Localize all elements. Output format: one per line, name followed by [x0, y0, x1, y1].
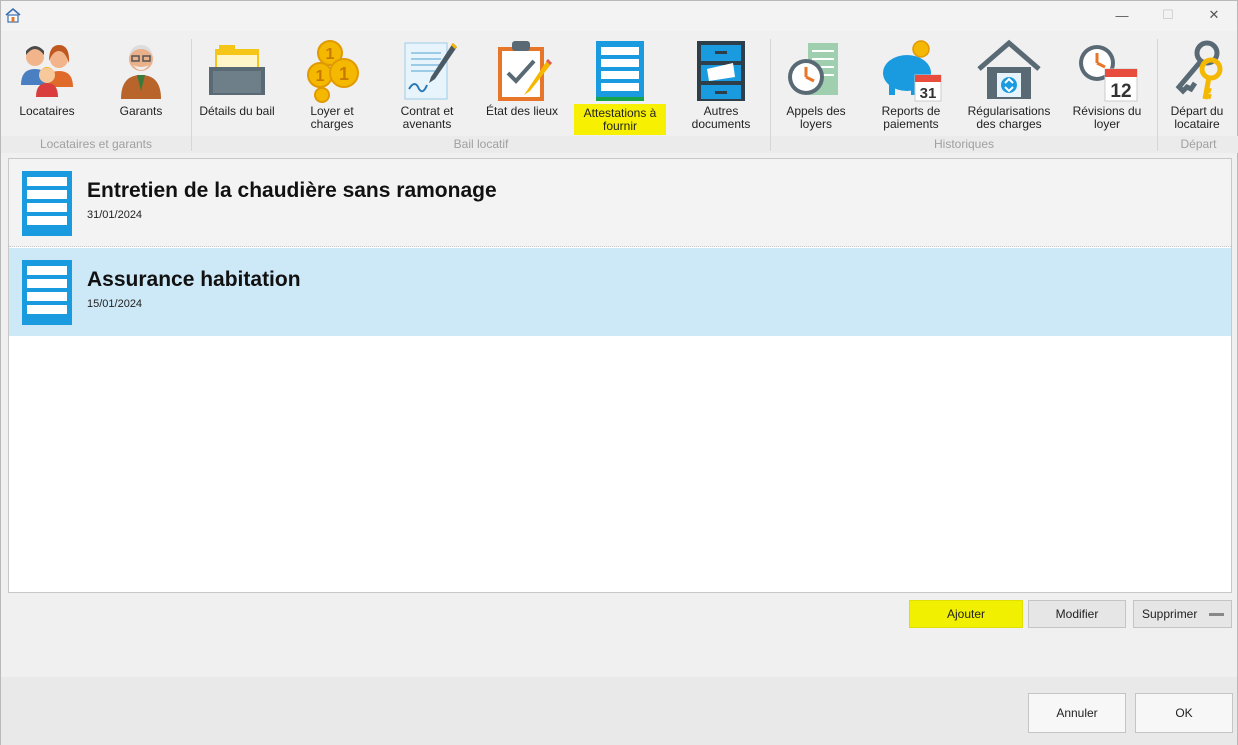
- ribbon-button-revisions-loyer[interactable]: 12 Révisions du loyer: [1065, 31, 1149, 135]
- guarantor-icon: [109, 37, 173, 105]
- ribbon-button-regularisations[interactable]: Régularisations des charges: [961, 31, 1057, 135]
- ribbon-button-loyer-charges[interactable]: 1 1 1 Loyer et charges: [294, 31, 370, 135]
- ribbon-label: Contrat et avenants: [400, 104, 454, 131]
- ribbon-button-depart[interactable]: Départ du locataire: [1159, 31, 1235, 135]
- ribbon-label: Reports de paiements: [881, 104, 941, 131]
- ribbon-label: Locataires: [19, 104, 75, 118]
- group-label-historiques: Historiques: [771, 136, 1157, 153]
- folder-icon: [205, 37, 269, 105]
- ribbon-button-attestations[interactable]: Attestations à fournir: [567, 31, 673, 135]
- ribbon-button-locataires[interactable]: Locataires: [9, 31, 85, 135]
- cancel-button[interactable]: Annuler: [1028, 693, 1126, 733]
- ok-button[interactable]: OK: [1135, 693, 1233, 733]
- dialog-window: — ☐ ✕ Locataires Garants Locataires et g…: [0, 0, 1238, 745]
- ribbon-label: Loyer et charges: [310, 104, 354, 131]
- ribbon-button-reports-paiements[interactable]: 31 Reports de paiements: [869, 31, 953, 135]
- item-date: 31/01/2024: [87, 209, 143, 221]
- title-bar: — ☐ ✕: [1, 1, 1237, 31]
- group-separator: [191, 39, 192, 151]
- group-label-depart: Départ: [1158, 136, 1238, 153]
- home-app-icon: [5, 7, 21, 23]
- rent-calls-icon: [784, 37, 848, 105]
- piggy-calendar-icon: 31: [879, 37, 943, 105]
- list-item-selected[interactable]: Assurance habitation 15/01/2024: [9, 248, 1231, 336]
- calendar-12-icon: 12: [1075, 37, 1139, 105]
- svg-text:31: 31: [920, 85, 937, 102]
- clipboard-icon: [490, 37, 554, 105]
- ribbon-label: Départ du locataire: [1170, 104, 1224, 131]
- svg-text:12: 12: [1110, 81, 1131, 102]
- ribbon-label: Régularisations des charges: [967, 104, 1051, 131]
- close-button[interactable]: ✕: [1191, 1, 1237, 29]
- maximize-button[interactable]: ☐: [1145, 1, 1191, 29]
- attestation-icon: [22, 171, 72, 236]
- ribbon-label: Attestations à fournir: [573, 104, 667, 135]
- ribbon-label: Révisions du loyer: [1072, 104, 1142, 131]
- attestation-icon: [22, 260, 72, 325]
- item-title: Entretien de la chaudière sans ramonage: [87, 179, 497, 202]
- group-label-bail: Bail locatif: [192, 136, 770, 153]
- minimize-button[interactable]: —: [1099, 1, 1145, 29]
- contract-icon: [395, 37, 459, 105]
- ribbon-label: État des lieux: [485, 104, 559, 118]
- ribbon-button-details-bail[interactable]: Détails du bail: [194, 31, 280, 135]
- item-title: Assurance habitation: [87, 268, 301, 291]
- group-separator: [770, 39, 771, 151]
- coins-icon: 1 1 1: [300, 37, 364, 105]
- ribbon-button-contrat[interactable]: Contrat et avenants: [389, 31, 465, 135]
- keys-icon: [1165, 37, 1229, 105]
- ribbon-label: Autres documents: [691, 104, 751, 131]
- tenants-icon: [15, 37, 79, 105]
- svg-text:1: 1: [316, 68, 325, 85]
- cabinet-icon: [689, 37, 753, 105]
- group-label-locataires: Locataires et garants: [1, 136, 191, 153]
- attestation-icon: [588, 37, 652, 104]
- svg-text:1: 1: [339, 64, 349, 84]
- ribbon-button-garants[interactable]: Garants: [103, 31, 179, 135]
- house-scale-icon: [977, 37, 1041, 105]
- minus-icon: [1209, 613, 1224, 616]
- add-button[interactable]: Ajouter: [909, 600, 1023, 628]
- ribbon-label: Détails du bail: [199, 104, 275, 118]
- ribbon-label: Garants: [119, 104, 163, 118]
- ribbon-button-appels-loyers[interactable]: Appels des loyers: [777, 31, 855, 135]
- edit-button[interactable]: Modifier: [1028, 600, 1126, 628]
- svg-text:1: 1: [326, 46, 335, 63]
- list-item[interactable]: Entretien de la chaudière sans ramonage …: [9, 159, 1231, 247]
- attestation-list[interactable]: Entretien de la chaudière sans ramonage …: [8, 158, 1232, 593]
- ribbon-toolbar: Locataires Garants Locataires et garants: [1, 31, 1238, 153]
- delete-button-label: Supprimer: [1142, 607, 1198, 621]
- item-date: 15/01/2024: [87, 298, 143, 310]
- ribbon-label: Appels des loyers: [786, 104, 846, 131]
- ribbon-button-autres-documents[interactable]: Autres documents: [683, 31, 759, 135]
- delete-button[interactable]: Supprimer: [1133, 600, 1232, 628]
- ribbon-button-etat-lieux[interactable]: État des lieux: [479, 31, 565, 135]
- group-separator: [1157, 39, 1158, 151]
